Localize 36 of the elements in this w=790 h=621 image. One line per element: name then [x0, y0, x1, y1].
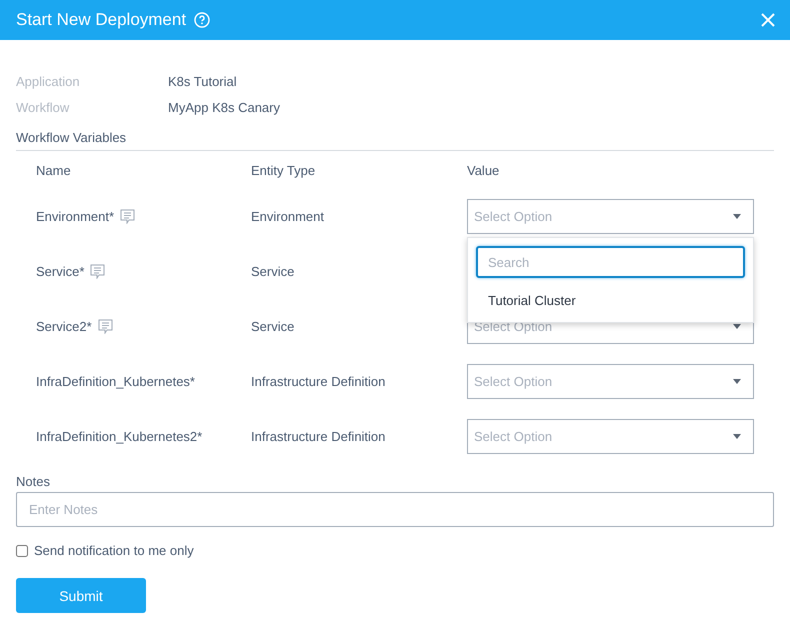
field-value: MyApp K8s Canary	[168, 100, 280, 114]
column-header: Value	[467, 162, 500, 180]
variable-name: Environment*	[36, 209, 114, 224]
notes-field[interactable]: Enter Notes	[16, 492, 774, 527]
field-label: Notes	[16, 474, 50, 488]
section-title: Workflow Variables	[16, 130, 126, 145]
select-dropdown[interactable]: Select Option	[467, 419, 754, 454]
field-label: Workflow	[16, 100, 70, 114]
checkbox-label: Send notification to me only	[34, 543, 194, 558]
variable-name: Service2*	[36, 319, 92, 334]
close-icon[interactable]	[760, 12, 776, 28]
checkbox[interactable]	[16, 544, 28, 556]
field-value: K8s Tutorial	[168, 74, 237, 88]
column-header: Entity Type	[251, 162, 316, 180]
field-label: Application	[16, 74, 80, 88]
entity-type: Infrastructure Definition	[251, 374, 386, 389]
caret-icon	[733, 214, 741, 219]
comment-icon[interactable]	[98, 319, 113, 334]
caret-icon	[733, 434, 741, 439]
window-title: Start New Deployment	[16, 10, 186, 30]
caret-icon	[733, 379, 741, 384]
select-dropdown[interactable]: Select Option	[467, 199, 754, 234]
column-header: Name	[36, 162, 71, 180]
help-icon[interactable]	[194, 12, 210, 28]
entity-type: Service	[251, 264, 294, 279]
comment-icon[interactable]	[90, 264, 106, 279]
submit-button[interactable]: Submit	[16, 578, 146, 613]
select-dropdown[interactable]: Select Option	[467, 364, 754, 399]
entity-type: Infrastructure Definition	[251, 429, 386, 444]
entity-type: Service	[251, 319, 294, 334]
variable-name: Service*	[36, 264, 84, 279]
comment-icon[interactable]	[120, 209, 136, 224]
search-field[interactable]: Search	[476, 246, 745, 278]
variable-name: InfraDefinition_Kubernetes2*	[36, 429, 202, 444]
variable-name: InfraDefinition_Kubernetes*	[36, 374, 195, 389]
entity-type: Environment	[251, 209, 324, 224]
